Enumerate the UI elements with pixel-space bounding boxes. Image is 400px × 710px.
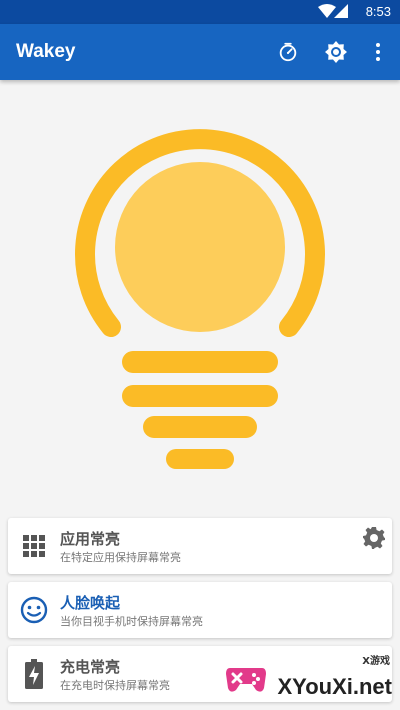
bulb-toggle[interactable] bbox=[0, 100, 400, 500]
card-title: 应用常亮 bbox=[60, 530, 121, 548]
timer-icon bbox=[279, 42, 297, 62]
settings-gear-icon[interactable] bbox=[362, 526, 386, 550]
status-time: 8:53 bbox=[365, 4, 391, 19]
watermark: X游戏 XYouXi.net bbox=[224, 650, 394, 700]
card-title: 人脸唤起 bbox=[60, 594, 121, 612]
status-bar: 8:53 bbox=[0, 0, 400, 24]
watermark-brand: XYouXi.net bbox=[277, 674, 393, 699]
app-title: Wakey bbox=[16, 41, 76, 62]
face-icon bbox=[20, 594, 48, 626]
card-subtitle: 当你目视手机时保持屏幕常亮 bbox=[60, 615, 203, 628]
timer-button[interactable] bbox=[274, 38, 302, 66]
battery-charging-icon bbox=[20, 658, 48, 690]
bulb-glow-icon bbox=[115, 162, 285, 332]
face-wake-card[interactable]: 人脸唤起 当你目视手机时保持屏幕常亮 bbox=[8, 582, 392, 638]
card-subtitle: 在充电时保持屏幕常亮 bbox=[60, 679, 170, 692]
watermark-sub: X游戏 bbox=[362, 656, 390, 667]
app-keep-awake-card[interactable]: 应用常亮 在特定应用保持屏幕常亮 bbox=[8, 518, 392, 574]
more-vert-icon bbox=[376, 43, 380, 61]
brightness-button[interactable] bbox=[322, 38, 350, 66]
card-subtitle: 在特定应用保持屏幕常亮 bbox=[60, 551, 181, 564]
wifi-icon bbox=[318, 4, 336, 18]
brightness-icon bbox=[325, 41, 347, 63]
app-grid-icon bbox=[20, 530, 48, 562]
cellular-signal-icon bbox=[334, 4, 348, 18]
app-bar: Wakey bbox=[0, 24, 400, 80]
card-title: 充电常亮 bbox=[60, 658, 121, 676]
gamepad-logo-icon bbox=[226, 668, 266, 692]
overflow-menu-button[interactable] bbox=[364, 38, 392, 66]
